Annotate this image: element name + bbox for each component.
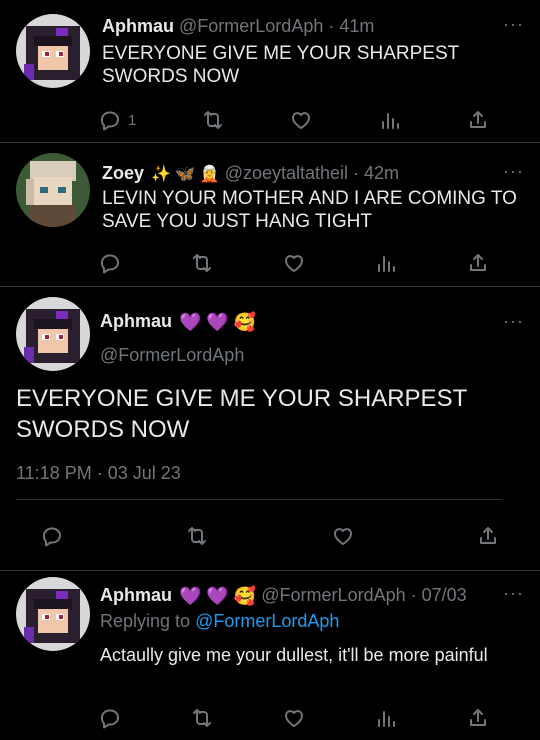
tweet-actions: [40, 522, 500, 550]
avatar[interactable]: [16, 14, 90, 88]
tweet-text: LEVIN YOUR MOTHER AND I ARE COMING TO SA…: [102, 188, 517, 232]
author-handle[interactable]: @zoeytaltatheil · 42m: [225, 163, 399, 183]
share-icon: [466, 706, 490, 730]
views-icon: [374, 251, 398, 275]
like-button[interactable]: [331, 522, 355, 550]
views-button[interactable]: [374, 249, 398, 277]
tweet-1[interactable]: Aphmau @FormerLordAph · 41m ··· EVERYONE…: [0, 0, 540, 142]
replying-to: Replying to @FormerLordAph: [100, 611, 339, 632]
author-name[interactable]: Aphmau: [102, 16, 174, 36]
tweet-header: Aphmau 💜 💜 🥰 @FormerLordAph · 07/03: [100, 585, 467, 607]
views-button[interactable]: [374, 704, 398, 732]
tweet-timestamp[interactable]: 11:18 PM · 03 Jul 23: [16, 463, 181, 484]
main-tweet: Aphmau 💜 💜 🥰 ··· @FormerLordAph EVERYONE…: [0, 287, 540, 570]
share-button[interactable]: [466, 249, 490, 277]
retweet-icon: [185, 524, 209, 548]
like-icon: [282, 706, 306, 730]
share-button[interactable]: [466, 106, 490, 134]
retweet-icon: [190, 706, 214, 730]
author-name[interactable]: Aphmau: [100, 311, 172, 331]
tweet-actions: [98, 249, 490, 277]
main-author-name-row: Aphmau 💜 💜 🥰: [100, 311, 256, 333]
retweet-icon: [190, 251, 214, 275]
name-emoji: ✨ 🦋 🧝: [151, 166, 220, 184]
tweet-text: EVERYONE GIVE ME YOUR SHARPEST SWORDS NO…: [16, 385, 467, 443]
more-options-icon[interactable]: ···: [503, 311, 524, 332]
tweet-text: Actaully give me your dullest, it'll be …: [100, 645, 488, 665]
reply-button[interactable]: 1: [98, 106, 136, 134]
reply-count: 1: [128, 111, 137, 129]
tweet-header: Zoey ✨ 🦋 🧝 @zoeytaltatheil · 42m: [102, 163, 399, 184]
retweet-icon: [201, 108, 225, 132]
share-icon: [476, 524, 500, 548]
avatar[interactable]: [16, 297, 90, 371]
like-button[interactable]: [289, 106, 313, 134]
retweet-button[interactable]: [201, 106, 225, 134]
name-emoji: 💜 💜 🥰: [179, 311, 257, 332]
share-icon: [466, 251, 490, 275]
author-handle[interactable]: @FormerLordAph · 41m: [179, 16, 374, 36]
reply-tweet[interactable]: Aphmau 💜 💜 🥰 @FormerLordAph · 07/03 ··· …: [0, 571, 540, 740]
share-icon: [466, 108, 490, 132]
views-button[interactable]: [378, 106, 402, 134]
views-icon: [374, 706, 398, 730]
retweet-button[interactable]: [190, 704, 214, 732]
reply-icon: [98, 251, 122, 275]
tweet-2[interactable]: Zoey ✨ 🦋 🧝 @zoeytaltatheil · 42m ··· LEV…: [0, 143, 540, 286]
avatar[interactable]: [16, 577, 90, 651]
share-button[interactable]: [466, 704, 490, 732]
more-options-icon[interactable]: ···: [503, 161, 524, 182]
reply-icon: [40, 524, 64, 548]
avatar[interactable]: [16, 153, 90, 227]
reply-button[interactable]: [98, 249, 122, 277]
views-icon: [378, 108, 402, 132]
retweet-button[interactable]: [185, 522, 209, 550]
like-icon: [331, 524, 355, 548]
name-emoji: 💜 💜 🥰: [179, 585, 257, 606]
tweet-actions: [98, 704, 490, 732]
like-button[interactable]: [282, 704, 306, 732]
tweet-text: EVERYONE GIVE ME YOUR SHARPEST SWORDS NO…: [102, 43, 459, 87]
reply-button[interactable]: [40, 522, 64, 550]
more-options-icon[interactable]: ···: [503, 14, 524, 35]
author-handle[interactable]: @FormerLordAph: [100, 345, 244, 366]
share-button[interactable]: [476, 522, 500, 550]
like-icon: [282, 251, 306, 275]
reply-icon: [98, 706, 122, 730]
retweet-button[interactable]: [190, 249, 214, 277]
reply-icon: [98, 108, 122, 132]
reply-button[interactable]: [98, 704, 122, 732]
like-button[interactable]: [282, 249, 306, 277]
author-name[interactable]: Zoey: [102, 163, 144, 183]
tweet-actions: 1: [98, 106, 490, 134]
divider: [16, 499, 502, 500]
replying-label: Replying to: [100, 611, 191, 631]
author-handle[interactable]: @FormerLordAph · 07/03: [261, 585, 466, 605]
replying-handle-link[interactable]: @FormerLordAph: [195, 611, 339, 631]
tweet-header: Aphmau @FormerLordAph · 41m: [102, 16, 374, 37]
more-options-icon[interactable]: ···: [503, 583, 524, 604]
author-name[interactable]: Aphmau: [100, 585, 172, 605]
like-icon: [289, 108, 313, 132]
